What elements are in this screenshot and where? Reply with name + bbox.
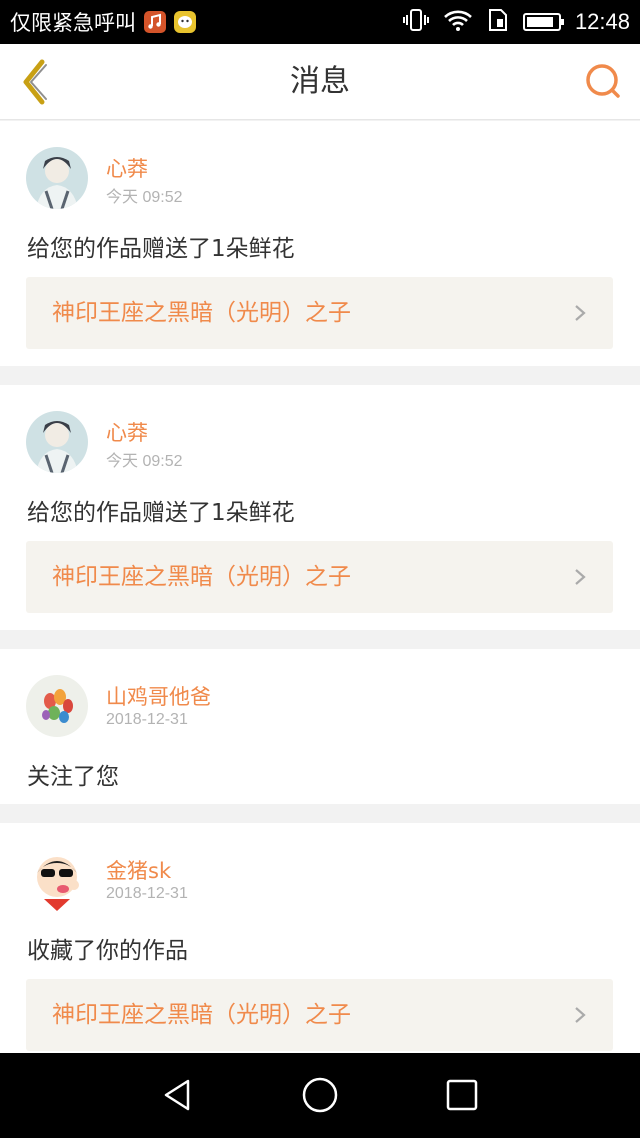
sim-icon	[487, 8, 509, 36]
back-triangle-icon	[164, 1079, 190, 1111]
system-back-button[interactable]	[158, 1075, 198, 1115]
user-avatar[interactable]	[26, 147, 88, 209]
chevron-right-icon	[575, 305, 586, 321]
nav-bar: 消息	[0, 44, 640, 120]
battery-level	[526, 17, 553, 27]
battery-icon	[522, 13, 564, 31]
search-button[interactable]	[582, 60, 626, 104]
user-avatar[interactable]	[26, 411, 88, 473]
message-item[interactable]: 金猪sk 2018-12-31 收藏了你的作品 神印王座之黑暗（光明）之子	[0, 823, 640, 1053]
user-avatar[interactable]	[26, 849, 88, 911]
page-title: 消息	[290, 64, 350, 99]
vibrate-icon	[402, 8, 429, 36]
wifi-icon	[443, 8, 473, 36]
message-time: 2018-12-31	[106, 885, 188, 902]
message-item[interactable]: 山鸡哥他爸 2018-12-31 关注了您	[0, 649, 640, 804]
recents-square-icon	[446, 1079, 478, 1111]
chevron-right-icon	[575, 569, 586, 585]
music-app-icon	[144, 11, 166, 33]
message-list: 心莽 今天 09:52 给您的作品赠送了1朵鲜花 神印王座之黑暗（光明）之子 心…	[0, 121, 640, 1053]
username[interactable]: 心莽	[106, 417, 148, 447]
username[interactable]: 心莽	[106, 153, 148, 183]
system-navigation-bar	[0, 1053, 640, 1138]
work-title: 神印王座之黑暗（光明）之子	[52, 1002, 351, 1028]
system-recents-button[interactable]	[442, 1075, 482, 1115]
chat-app-icon	[174, 11, 196, 33]
carrier-label: 仅限紧急呼叫	[10, 11, 136, 35]
message-text: 关注了您	[27, 764, 119, 790]
message-item[interactable]: 心莽 今天 09:52 给您的作品赠送了1朵鲜花 神印王座之黑暗（光明）之子	[0, 385, 640, 630]
back-button[interactable]	[14, 56, 58, 108]
system-home-button[interactable]	[300, 1075, 340, 1115]
username[interactable]: 山鸡哥他爸	[106, 681, 211, 711]
message-text: 给您的作品赠送了1朵鲜花	[27, 500, 295, 526]
chevron-left-icon	[23, 59, 47, 105]
message-text: 收藏了你的作品	[27, 938, 188, 964]
clock: 12:48	[574, 9, 630, 34]
message-item[interactable]: 心莽 今天 09:52 给您的作品赠送了1朵鲜花 神印王座之黑暗（光明）之子	[0, 121, 640, 366]
work-card[interactable]: 神印王座之黑暗（光明）之子	[26, 277, 613, 349]
status-left: 仅限紧急呼叫	[10, 0, 196, 44]
message-time: 今天 09:52	[106, 189, 183, 206]
home-circle-icon	[302, 1077, 338, 1113]
message-time: 今天 09:52	[106, 453, 183, 470]
work-title: 神印王座之黑暗（光明）之子	[52, 564, 351, 590]
status-bar: 仅限紧急呼叫 12:48	[0, 0, 640, 44]
user-avatar[interactable]	[26, 675, 88, 737]
chevron-right-icon	[575, 1007, 586, 1023]
username[interactable]: 金猪sk	[106, 855, 171, 885]
work-card[interactable]: 神印王座之黑暗（光明）之子	[26, 541, 613, 613]
status-right: 12:48	[402, 0, 630, 44]
work-card[interactable]: 神印王座之黑暗（光明）之子	[26, 979, 613, 1051]
search-icon	[586, 64, 620, 98]
work-title: 神印王座之黑暗（光明）之子	[52, 300, 351, 326]
message-time: 2018-12-31	[106, 711, 188, 728]
message-text: 给您的作品赠送了1朵鲜花	[27, 236, 295, 262]
